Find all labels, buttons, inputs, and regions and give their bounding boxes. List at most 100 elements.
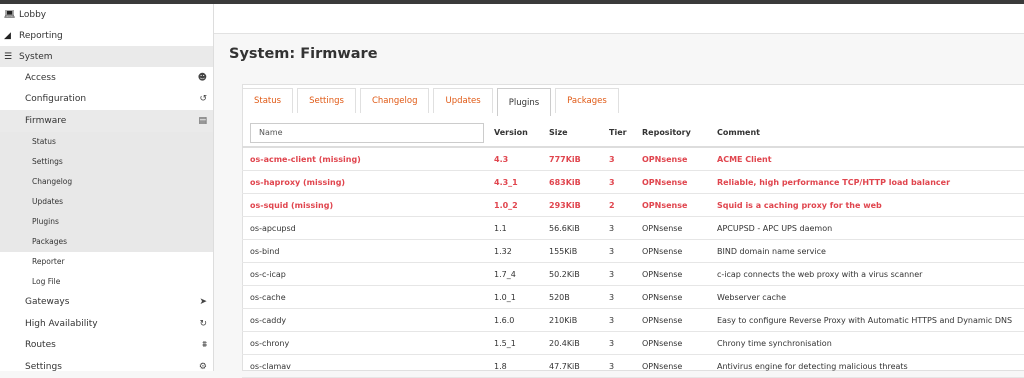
sidebar-item-reporter[interactable]: Reporter: [0, 251, 213, 272]
plugin-tier: 3: [609, 262, 642, 286]
repository-column-header[interactable]: Repository: [642, 119, 717, 148]
version-column-header[interactable]: Version: [494, 119, 549, 148]
plugin-repository: OPNsense: [642, 308, 717, 332]
sidebar-item-label: Access: [25, 72, 56, 83]
plugin-repository: OPNsense: [642, 354, 717, 378]
sidebar-item-firmware[interactable]: Firmware ▤: [0, 110, 213, 132]
sidebar-item-label: Plugins: [32, 217, 59, 226]
plugin-name: os-acme-client (missing): [242, 147, 494, 171]
sidebar-item-configuration[interactable]: Configuration ↺: [0, 89, 213, 111]
sidebar-item-settings[interactable]: Settings ⚙: [0, 356, 213, 378]
sidebar-item-lobby[interactable]: 💻︎ Lobby: [0, 4, 213, 25]
sidebar-item-label: Packages: [32, 237, 67, 246]
sidebar: 💻︎ Lobby ◢ Reporting ☰ System Access ☻ C…: [0, 4, 214, 372]
plugin-repository: OPNsense: [642, 193, 717, 217]
plugin-tier: 3: [609, 285, 642, 309]
plugin-name: os-clamav: [242, 354, 494, 378]
sidebar-item-firmware-changelog[interactable]: Changelog: [0, 171, 213, 192]
table-row[interactable]: os-chrony 1.5_1 20.4KiB 3 OPNsense Chrony tim…: [242, 331, 1024, 355]
plugin-tier: 3: [609, 170, 642, 194]
plugin-name: os-apcupsd: [242, 216, 494, 240]
table-row[interactable]: os-squid (missing) 1.0_2 293KiB 2 OPNsense Sq…: [242, 193, 1024, 217]
sidebar-item-firmware-packages[interactable]: Packages: [0, 231, 213, 252]
tab-settings[interactable]: Settings: [297, 88, 356, 113]
plugin-version: 1.7_4: [494, 262, 549, 286]
table-row[interactable]: os-caddy 1.6.0 210KiB 3 OPNsense Easy to conf…: [242, 308, 1024, 332]
area-chart-icon: ◢: [4, 30, 11, 41]
plugin-comment: Squid is a caching proxy for the web: [717, 193, 1024, 217]
plugin-size: 520B: [549, 285, 609, 309]
tab-status[interactable]: Status: [242, 88, 294, 113]
plugin-name: os-c-icap: [242, 262, 494, 286]
sidebar-item-label: Gateways: [25, 297, 70, 308]
sidebar-item-label: High Availability: [25, 318, 98, 329]
sidebar-item-firmware-settings[interactable]: Settings: [0, 151, 213, 172]
page-title: System: Firmware: [229, 46, 378, 62]
sidebar-item-system[interactable]: ☰ System: [0, 46, 213, 67]
sidebar-item-high-availability[interactable]: High Availability ↻: [0, 313, 213, 335]
sidebar-item-label: Routes: [25, 340, 56, 351]
sidebar-item-routes[interactable]: Routes ⩩: [0, 335, 213, 357]
table-row[interactable]: os-cache 1.0_1 520B 3 OPNsense Webserver cach…: [242, 285, 1024, 309]
table-row[interactable]: os-bind 1.32 155KiB 3 OPNsense BIND domain na…: [242, 239, 1024, 263]
plugin-version: 1.1: [494, 216, 549, 240]
sidebar-item-log-file[interactable]: Log File: [0, 271, 213, 292]
sidebar-item-label: Reporting: [19, 30, 63, 41]
plugin-version: 1.0_2: [494, 193, 549, 217]
plugin-size: 50.2KiB: [549, 262, 609, 286]
sidebar-item-label: Firmware: [25, 115, 67, 126]
sidebar-item-reporting[interactable]: ◢ Reporting: [0, 25, 213, 46]
plugin-comment: Easy to configure Reverse Proxy with Aut…: [717, 308, 1024, 332]
comment-column-header[interactable]: Comment: [717, 119, 1024, 148]
plugin-tier: 3: [609, 354, 642, 378]
table-row[interactable]: os-acme-client (missing) 4.3 777KiB 3 OPNsen…: [242, 147, 1024, 171]
sidebar-item-label: Status: [32, 137, 56, 146]
main-content: System: Firmware Status Settings Changel…: [214, 4, 1024, 378]
table-row[interactable]: os-clamav 1.8 47.7KiB 3 OPNsense Antivirus en…: [242, 354, 1024, 378]
plugin-tier: 2: [609, 193, 642, 217]
table-header-row: Version Size Tier Repository Comment: [242, 119, 1024, 148]
plugin-repository: OPNsense: [642, 147, 717, 171]
plugin-name: os-caddy: [242, 308, 494, 332]
plugin-version: 1.32: [494, 239, 549, 263]
plugin-repository: OPNsense: [642, 170, 717, 194]
name-column-header: [242, 119, 494, 148]
tab-plugins[interactable]: Plugins: [496, 88, 552, 116]
plugin-version: 1.5_1: [494, 331, 549, 355]
plugin-tier: 3: [609, 331, 642, 355]
plugin-size: 155KiB: [549, 239, 609, 263]
plugin-repository: OPNsense: [642, 216, 717, 240]
name-filter-input[interactable]: [250, 122, 484, 143]
table-row[interactable]: os-c-icap 1.7_4 50.2KiB 3 OPNsense c-icap con…: [242, 262, 1024, 286]
tab-packages[interactable]: Packages: [555, 88, 619, 113]
sidebar-item-firmware-plugins[interactable]: Plugins: [0, 211, 213, 232]
plugin-comment: Webserver cache: [717, 285, 1024, 309]
tier-column-header[interactable]: Tier: [609, 119, 642, 148]
tab-updates[interactable]: Updates: [433, 88, 493, 113]
sidebar-item-access[interactable]: Access ☻: [0, 67, 213, 89]
plugin-size: 210KiB: [549, 308, 609, 332]
plugin-comment: Chrony time synchronisation: [717, 331, 1024, 355]
plugins-table: Version Size Tier Repository Comment os-…: [242, 119, 1024, 378]
sidebar-item-firmware-updates[interactable]: Updates: [0, 191, 213, 212]
sidebar-item-label: Updates: [32, 197, 64, 206]
history-icon: ↺: [199, 94, 207, 105]
size-column-header[interactable]: Size: [549, 119, 609, 148]
plugin-version: 1.6.0: [494, 308, 549, 332]
plugin-comment: ACME Client: [717, 147, 1024, 171]
sidebar-item-label: Changelog: [32, 177, 73, 186]
sidebar-item-gateways[interactable]: Gateways ➤: [0, 292, 213, 314]
building-icon: ▤: [198, 115, 207, 126]
table-row[interactable]: os-apcupsd 1.1 56.6KiB 3 OPNsense APCUPSD - A…: [242, 216, 1024, 240]
plugin-comment: APCUPSD - APC UPS daemon: [717, 216, 1024, 240]
tab-changelog[interactable]: Changelog: [359, 88, 430, 113]
plugin-version: 4.3_1: [494, 170, 549, 194]
plugin-comment: Reliable, high performance TCP/HTTP load…: [717, 170, 1024, 194]
plugin-size: 20.4KiB: [549, 331, 609, 355]
plugin-version: 1.8: [494, 354, 549, 378]
table-row[interactable]: os-haproxy (missing) 4.3_1 683KiB 3 OPNsense…: [242, 170, 1024, 194]
laptop-icon: 💻︎: [4, 9, 16, 20]
sidebar-item-firmware-status[interactable]: Status: [0, 131, 213, 152]
sidebar-item-label: System: [19, 51, 53, 62]
plugin-size: 777KiB: [549, 147, 609, 171]
